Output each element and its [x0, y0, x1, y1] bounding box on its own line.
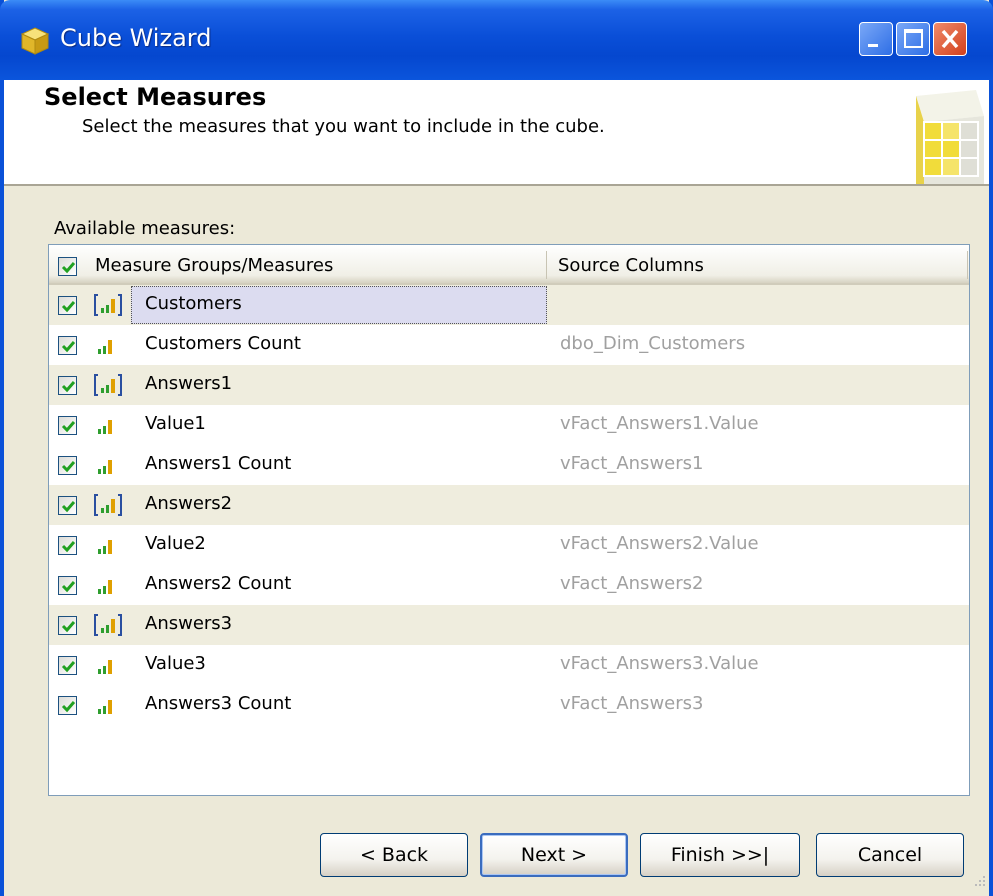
measure-row[interactable]: Answers3 Count vFact_Answers3 — [49, 685, 969, 725]
row-name: Customers — [145, 293, 242, 314]
checkmark-icon — [61, 262, 76, 274]
measure-icon — [98, 460, 112, 474]
checkmark-icon — [61, 301, 76, 313]
row-source-column: vFact_Answers3.Value — [560, 653, 759, 674]
row-source-column: vFact_Answers3 — [560, 693, 704, 714]
measure-group-icon — [94, 494, 122, 516]
measure-row[interactable]: Answers1 Count vFact_Answers1 — [49, 445, 969, 485]
measure-group-icon — [94, 614, 122, 636]
page-subtitle: Select the measures that you want to inc… — [82, 116, 605, 137]
measure-group-icon — [94, 294, 122, 316]
checkmark-icon — [61, 501, 76, 513]
row-name: Answers3 Count — [145, 693, 292, 714]
checkmark-icon — [61, 661, 76, 673]
column-header-measures[interactable]: Measure Groups/Measures — [95, 255, 333, 276]
cube-icon — [20, 27, 50, 55]
back-button[interactable]: < Back — [320, 833, 468, 877]
row-checkbox[interactable] — [58, 336, 77, 355]
listview-header: Measure Groups/Measures Source Columns — [49, 245, 969, 285]
wizard-header: Select Measures Select the measures that… — [4, 80, 989, 186]
row-name: Answers3 — [145, 613, 233, 634]
measure-icon — [98, 660, 112, 674]
title-bar[interactable]: Cube Wizard — [0, 0, 993, 80]
measure-icon — [98, 340, 112, 354]
row-source-column: dbo_Dim_Customers — [560, 333, 746, 354]
row-checkbox[interactable] — [58, 416, 77, 435]
window-title: Cube Wizard — [60, 24, 212, 52]
measure-group-icon — [94, 374, 122, 396]
maximize-icon — [904, 29, 923, 48]
measures-listview[interactable]: Measure Groups/Measures Source Columns C… — [48, 244, 970, 796]
row-checkbox[interactable] — [58, 496, 77, 515]
checkmark-icon — [61, 341, 76, 353]
row-source-column: vFact_Answers2.Value — [560, 533, 759, 554]
measure-group-row[interactable]: Answers1 — [49, 365, 969, 405]
measure-row[interactable]: Answers2 Count vFact_Answers2 — [49, 565, 969, 605]
checkmark-icon — [61, 381, 76, 393]
measure-icon — [98, 580, 112, 594]
page-title: Select Measures — [44, 83, 267, 111]
row-checkbox[interactable] — [58, 456, 77, 475]
select-all-checkbox[interactable] — [58, 257, 77, 276]
available-measures-label: Available measures: — [54, 218, 236, 239]
row-name: Value1 — [145, 413, 206, 434]
measure-group-row[interactable]: Answers2 — [49, 485, 969, 525]
row-name: Answers2 Count — [145, 573, 292, 594]
measure-group-row[interactable]: Answers3 — [49, 605, 969, 645]
minimize-button[interactable] — [859, 22, 893, 56]
measure-icon — [98, 540, 112, 554]
close-icon — [941, 29, 959, 49]
row-checkbox[interactable] — [58, 696, 77, 715]
row-name: Answers1 Count — [145, 453, 292, 474]
resize-grip-icon[interactable] — [970, 872, 988, 890]
cancel-button[interactable]: Cancel — [816, 833, 964, 877]
row-source-column: vFact_Answers2 — [560, 573, 704, 594]
checkmark-icon — [61, 421, 76, 433]
column-header-source[interactable]: Source Columns — [558, 255, 704, 276]
checkmark-icon — [61, 701, 76, 713]
row-checkbox[interactable] — [58, 536, 77, 555]
row-checkbox[interactable] — [58, 376, 77, 395]
column-divider[interactable] — [967, 251, 968, 279]
row-name: Answers2 — [145, 493, 233, 514]
row-checkbox[interactable] — [58, 656, 77, 675]
row-checkbox[interactable] — [58, 616, 77, 635]
checkmark-icon — [61, 461, 76, 473]
row-name: Value2 — [145, 533, 206, 554]
row-name: Value3 — [145, 653, 206, 674]
column-divider[interactable] — [546, 251, 547, 279]
row-source-column: vFact_Answers1 — [560, 453, 704, 474]
measure-group-row[interactable]: Customers — [49, 285, 969, 325]
maximize-button[interactable] — [896, 22, 930, 56]
cube-graphic-icon — [916, 90, 984, 184]
finish-button[interactable]: Finish >>| — [640, 833, 800, 877]
measure-row[interactable]: Value2 vFact_Answers2.Value — [49, 525, 969, 565]
measure-row[interactable]: Value3 vFact_Answers3.Value — [49, 645, 969, 685]
measure-row[interactable]: Customers Count dbo_Dim_Customers — [49, 325, 969, 365]
checkmark-icon — [61, 541, 76, 553]
checkmark-icon — [61, 581, 76, 593]
row-checkbox[interactable] — [58, 296, 77, 315]
measure-row[interactable]: Value1 vFact_Answers1.Value — [49, 405, 969, 445]
row-name: Customers Count — [145, 333, 301, 354]
row-checkbox[interactable] — [58, 576, 77, 595]
row-name: Answers1 — [145, 373, 233, 394]
row-source-column: vFact_Answers1.Value — [560, 413, 759, 434]
measure-icon — [98, 700, 112, 714]
close-button[interactable] — [933, 22, 967, 56]
measure-icon — [98, 420, 112, 434]
minimize-icon — [868, 44, 878, 47]
checkmark-icon — [61, 621, 76, 633]
next-button[interactable]: Next > — [480, 833, 628, 877]
cube-wizard-window: Cube Wizard Select Measures Select the m… — [0, 0, 993, 896]
